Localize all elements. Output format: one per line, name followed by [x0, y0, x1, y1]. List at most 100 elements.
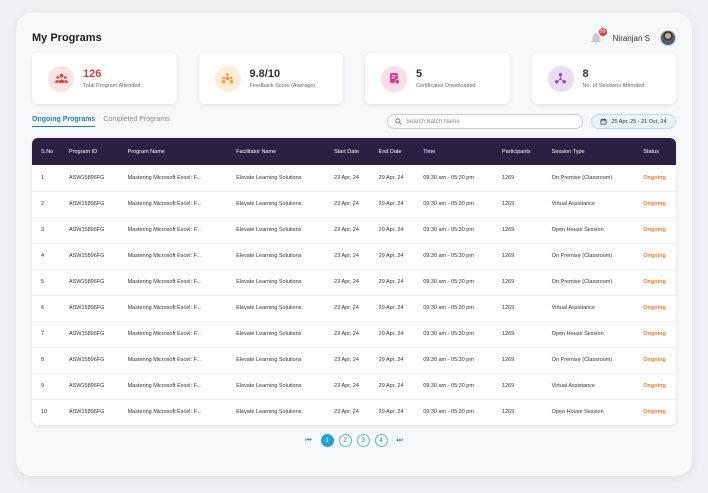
- table-cell: Open House Session: [551, 331, 604, 337]
- notification-button[interactable]: 99: [589, 28, 607, 45]
- table-cell: Elevate Learning Solutions: [236, 279, 302, 285]
- stat-text: 9.8/10 Feedback Score (Average): [250, 68, 316, 89]
- first-page-icon[interactable]: ⏮: [302, 437, 316, 445]
- table-row[interactable]: 10 ASW15896FG Mastering Microsoft Excel: F…: [32, 399, 676, 425]
- table-row[interactable]: 1 ASW15896FG Mastering Microsoft Excel: F.…: [32, 165, 676, 191]
- table-cell: 23 Apr, 24: [334, 253, 359, 259]
- table-cell: Mastering Microsoft Excel: F...: [127, 305, 201, 311]
- table-cell: 1269: [501, 383, 515, 389]
- table-cell: 1269: [501, 409, 515, 415]
- table-cell: 23 Apr, 24: [334, 201, 359, 207]
- table-row[interactable]: 4 ASW15896FG Mastering Microsoft Excel: F.…: [32, 243, 676, 269]
- page-button-2[interactable]: 2: [338, 434, 352, 447]
- stat-label: No. of Sessions Attended: [582, 83, 645, 90]
- table-cell: 29 Apr, 24: [378, 174, 404, 181]
- table-cell: 09:30 am - 05:30 pm: [423, 305, 474, 311]
- status-badge: Ongoing: [643, 227, 666, 233]
- table-row[interactable]: 6 ASW15896FG Mastering Microsoft Excel: F.…: [32, 295, 676, 321]
- app-frame: My Programs 99 Niranjan S 126 Total Progr…: [16, 13, 692, 476]
- table-cell: 23 Apr, 24: [334, 409, 359, 415]
- table-cell: ASW15896FG: [68, 201, 105, 207]
- table-cell: Virtual Assistance: [551, 383, 595, 389]
- page-numbers: 1234: [320, 434, 388, 447]
- table-cell: ASW15896FG: [68, 279, 105, 285]
- table-cell: 23 Apr, 24: [334, 279, 359, 285]
- header-actions: 99 Niranjan S: [589, 28, 676, 46]
- table-cell: Mastering Microsoft Excel: F...: [127, 201, 201, 207]
- table-cell: Elevate Learning Solutions: [236, 357, 302, 363]
- table-cell: 09:30 am - 05:30 pm: [423, 174, 474, 181]
- stat-value: 5: [416, 67, 423, 80]
- table-cell: ASW15896FG: [68, 383, 105, 389]
- search-input[interactable]: [406, 118, 566, 125]
- table-cell: 29 Apr, 24: [378, 201, 404, 207]
- table-cell: Elevate Learning Solutions: [236, 409, 302, 415]
- table-cell: ASW15896FG: [68, 357, 105, 363]
- tab-completed-programs[interactable]: Completed Programs: [103, 116, 169, 127]
- program-tabs: Ongoing Programs Completed Programs: [32, 116, 170, 127]
- table-row[interactable]: 3 ASW15896FG Mastering Microsoft Excel: F.…: [32, 217, 676, 243]
- table-row[interactable]: 8 ASW15896FG Mastering Microsoft Excel: F.…: [32, 347, 676, 373]
- table-cell: 1269: [501, 253, 515, 259]
- table-cell: 1269: [501, 227, 515, 233]
- table-cell: On Premise (Classroom): [551, 279, 613, 285]
- stat-card: 5 Certificates Downloaded: [365, 53, 510, 104]
- table-row[interactable]: 9 ASW15896FG Mastering Microsoft Excel: F.…: [32, 373, 676, 399]
- date-range-picker[interactable]: 25 Apr, 25 - 21 Oct, 24: [591, 114, 676, 129]
- table-row[interactable]: 2 ASW15896FG Mastering Microsoft Excel: F.…: [32, 191, 676, 217]
- table-cell: Elevate Learning Solutions: [236, 383, 302, 389]
- column-header: Time: [423, 148, 436, 155]
- search-icon: [395, 118, 402, 125]
- last-page-icon[interactable]: ⏭: [393, 437, 407, 445]
- table-cell: Elevate Learning Solutions: [236, 174, 302, 181]
- stat-card: 126 Total Program Attended: [32, 53, 177, 104]
- search-box[interactable]: [387, 114, 583, 129]
- table-cell: 09:30 am - 05:30 pm: [423, 279, 474, 285]
- programs-table: S.No Program ID Program Name Facilitator Na…: [32, 138, 676, 425]
- date-range-text: 25 Apr, 25 - 21 Oct, 24: [611, 118, 667, 125]
- stat-label: Total Program Attended: [83, 83, 141, 90]
- column-header: End Date: [378, 148, 402, 155]
- table-cell: Mastering Microsoft Excel: F...: [127, 279, 201, 285]
- stat-value: 8: [582, 67, 589, 80]
- page-button-4[interactable]: 4: [374, 434, 388, 447]
- column-header: S.No: [41, 148, 54, 155]
- avatar[interactable]: [660, 30, 676, 46]
- table-header-row: S.No Program ID Program Name Facilitator Na…: [32, 138, 676, 165]
- table-cell: 9: [41, 383, 45, 389]
- user-name[interactable]: Niranjan S: [613, 34, 650, 43]
- page-header: My Programs 99 Niranjan S: [32, 23, 676, 53]
- table-cell: 1269: [501, 331, 515, 337]
- table-body: 1 ASW15896FG Mastering Microsoft Excel: F.…: [32, 165, 676, 425]
- table-cell: 23 Apr, 24: [334, 305, 359, 311]
- table-cell: 7: [41, 331, 45, 337]
- status-badge: Ongoing: [643, 279, 666, 285]
- table-row[interactable]: 5 ASW15896FG Mastering Microsoft Excel: F.…: [32, 269, 676, 295]
- column-header: Participants: [501, 148, 531, 155]
- table-cell: 09:30 am - 05:30 pm: [423, 227, 474, 233]
- column-header: Facilitator Name: [236, 148, 277, 155]
- table-cell: 8: [41, 357, 45, 363]
- notification-badge: 99: [598, 28, 607, 36]
- table-cell: 10: [41, 409, 48, 415]
- table-row[interactable]: 7 ASW15896FG Mastering Microsoft Excel: F.…: [32, 321, 676, 347]
- table-cell: 23 Apr, 24: [334, 174, 359, 181]
- table-cell: Mastering Microsoft Excel: F...: [127, 227, 201, 233]
- tab-ongoing-programs[interactable]: Ongoing Programs: [32, 116, 96, 127]
- status-badge: Ongoing: [643, 174, 666, 181]
- table-cell: Mastering Microsoft Excel: F...: [127, 357, 201, 363]
- table-cell: ASW15896FG: [68, 227, 105, 233]
- stat-text: 5 Certificates Downloaded: [416, 68, 476, 89]
- certificate-icon: [381, 65, 407, 92]
- table-cell: On Premise (Classroom): [551, 357, 613, 363]
- table-cell: 09:30 am - 05:30 pm: [423, 357, 474, 363]
- page-button-3[interactable]: 3: [356, 434, 370, 447]
- network-icon: [547, 65, 574, 92]
- table-cell: Virtual Assistance: [551, 201, 595, 207]
- table-cell: 1269: [501, 305, 515, 311]
- table-cell: 29 Apr, 24: [378, 383, 404, 389]
- table-cell: 23 Apr, 24: [334, 383, 359, 389]
- table-cell: 23 Apr, 24: [334, 227, 359, 233]
- page-button-1[interactable]: 1: [320, 434, 334, 447]
- table-cell: 23 Apr, 24: [334, 357, 359, 363]
